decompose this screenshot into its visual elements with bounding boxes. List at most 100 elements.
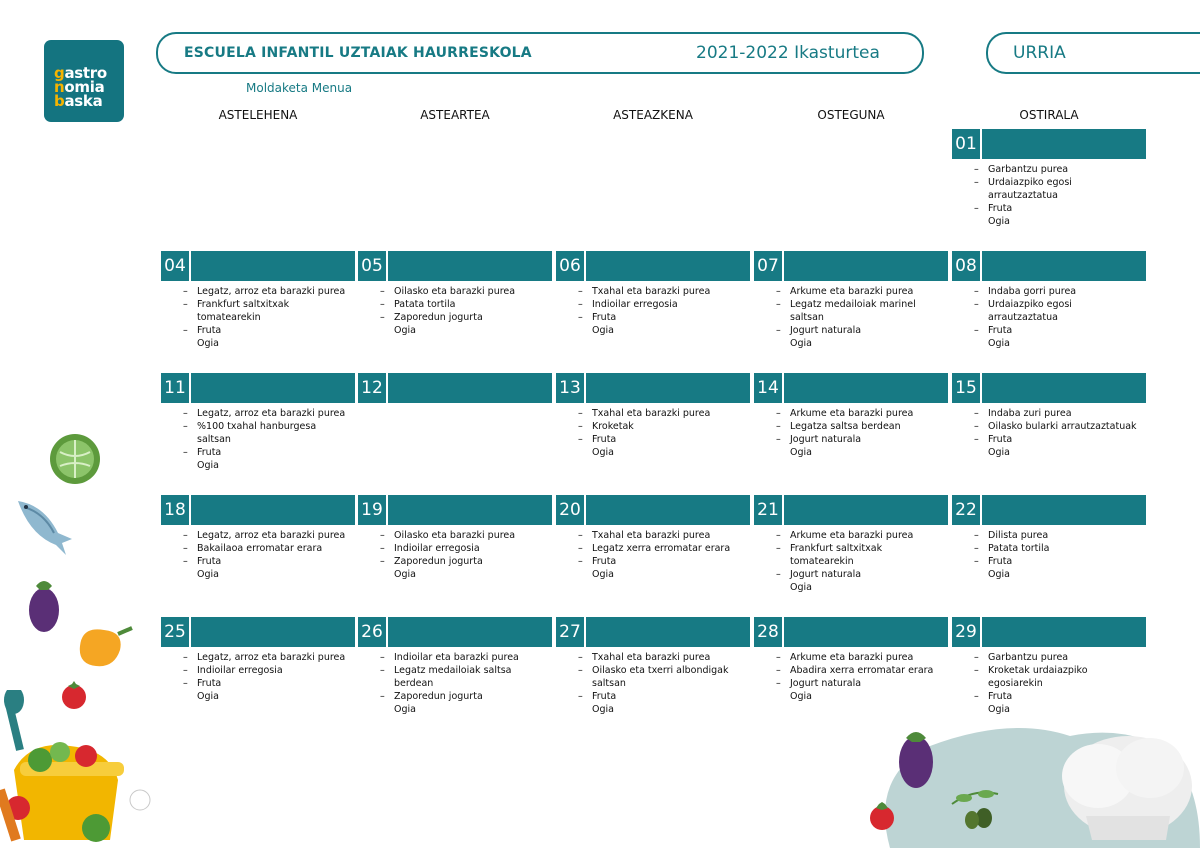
menu-item-text: Arkume eta barazki purea (790, 652, 914, 663)
day-header-bar (586, 251, 750, 281)
menu-list: – Txahal eta barazki purea – Legatz xerra e… (556, 529, 750, 581)
menu-item-text: Legatz, arroz eta barazki purea (197, 652, 346, 663)
day-cell: 29– Garbantzu purea – Kroketak urdaiazpiko e… (952, 617, 1146, 716)
day-number: 05 (358, 251, 386, 281)
menu-item: – Txahal eta barazki purea (556, 285, 750, 298)
day-header-bar (982, 617, 1146, 647)
day-header-bar (982, 495, 1146, 525)
menu-item-text: Txahal eta barazki purea (592, 530, 711, 541)
menu-item: – Indaba gorri purea (952, 285, 1146, 298)
menu-item-text: Legatz medailoiak saltsa (394, 665, 512, 676)
bullet-dash: – (578, 312, 583, 323)
day-cell: 25– Legatz, arroz eta barazki purea – Indio… (161, 617, 355, 703)
menu-item-text: Garbantzu purea (988, 652, 1069, 663)
menu-item: – Indioilar eta barazki purea (358, 651, 552, 664)
weekday-monday: ASTELEHENA (218, 108, 298, 122)
day-cell: 15– Indaba zuri purea – Oilasko bularki arr… (952, 373, 1146, 459)
bullet-dash: – (578, 434, 583, 445)
day-number: 07 (754, 251, 782, 281)
eggplant-icon (29, 581, 59, 632)
menu-item: – Fruta (556, 433, 750, 446)
day-number: 12 (358, 373, 386, 403)
menu-list: – Indaba gorri purea – Urdaiazpiko egosi arr… (952, 285, 1146, 350)
day-header: 21 (754, 495, 948, 525)
menu-item-text: Ogia (197, 569, 219, 580)
weekday-thursday: OSTEGUNA (817, 108, 885, 122)
menu-item-text: Txahal eta barazki purea (592, 408, 711, 419)
menu-item-text: Ogia (988, 216, 1010, 227)
menu-item: – Indioilar erregosia (161, 664, 355, 677)
day-header: 26 (358, 617, 552, 647)
bullet-dash: – (380, 665, 385, 676)
menu-item-text: %100 txahal hanburgesa (197, 421, 317, 432)
bullet-dash: – (974, 203, 979, 214)
bullet-dash: – (183, 543, 188, 554)
weekday-tuesday: ASTEARTEA (420, 108, 490, 122)
bullet-dash: – (183, 652, 188, 663)
menu-item-text: tomatearekin (790, 556, 854, 567)
menu-item-text: arrautzaztatua (988, 190, 1058, 201)
bullet-dash: – (578, 652, 583, 663)
day-number: 22 (952, 495, 980, 525)
menu-item-text: Ogia (790, 691, 812, 702)
menu-item: – Dilista purea (952, 529, 1146, 542)
bullet-dash: – (578, 299, 583, 310)
day-cell: 19– Oilasko eta barazki purea – Indioilar e… (358, 495, 552, 581)
menu-list: – Oilasko eta barazki purea – Patata tortil… (358, 285, 552, 337)
menu-item: tomatearekin (161, 311, 355, 324)
day-number: 26 (358, 617, 386, 647)
bullet-dash: – (183, 421, 188, 432)
menu-item: – Urdaiazpiko egosi (952, 176, 1146, 189)
day-header: 04 (161, 251, 355, 281)
bullet-dash: – (974, 164, 979, 175)
bullet-dash: – (183, 530, 188, 541)
menu-item: berdean (358, 677, 552, 690)
bullet-dash: – (380, 299, 385, 310)
menu-item-text: Patata tortila (394, 299, 456, 310)
menu-item: – Jogurt naturala (754, 568, 948, 581)
menu-item: Ogia (161, 568, 355, 581)
bullet-dash: – (974, 299, 979, 310)
day-cell: 14– Arkume eta barazki purea – Legatza salt… (754, 373, 948, 459)
day-header-bar (388, 373, 552, 403)
menu-item: – Fruta (161, 446, 355, 459)
bullet-dash: – (776, 665, 781, 676)
menu-item-text: Fruta (592, 312, 617, 323)
menu-item-text: Oilasko eta barazki purea (394, 530, 516, 541)
menu-item-text: Fruta (988, 325, 1013, 336)
menu-list: – Arkume eta barazki purea – Abadira xerra … (754, 651, 948, 703)
menu-item: Ogia (754, 581, 948, 594)
bullet-dash: – (776, 299, 781, 310)
day-cell: 22– Dilista purea – Patata tortila – Fruta Ogi… (952, 495, 1146, 581)
bullet-dash: – (974, 421, 979, 432)
day-header: 18 (161, 495, 355, 525)
menu-item: – Fruta (952, 433, 1146, 446)
menu-item-text: Ogia (592, 569, 614, 580)
day-header: 01 (952, 129, 1146, 159)
menu-item-text: Ogia (394, 704, 416, 715)
menu-item: – Fruta (556, 690, 750, 703)
day-header-bar (586, 373, 750, 403)
menu-item-text: Fruta (988, 434, 1013, 445)
day-number: 06 (556, 251, 584, 281)
menu-item: – Jogurt naturala (754, 433, 948, 446)
menu-list: – Txahal eta barazki purea – Kroketak – Fruta… (556, 407, 750, 459)
day-cell: 12 (358, 373, 552, 407)
menu-item-text: Indioilar eta barazki purea (394, 652, 519, 663)
menu-item-text: Ogia (988, 704, 1010, 715)
day-header-bar (388, 251, 552, 281)
weekday-friday: OSTIRALA (1019, 108, 1079, 122)
bullet-dash: – (776, 421, 781, 432)
menu-item-text: Abadira xerra erromatar erara (790, 665, 934, 676)
menu-item-text: Arkume eta barazki purea (790, 286, 914, 297)
menu-item: – Jogurt naturala (754, 677, 948, 690)
bullet-dash: – (183, 556, 188, 567)
menu-item-text: Ogia (790, 582, 812, 593)
day-header-bar (388, 495, 552, 525)
menu-list: – Arkume eta barazki purea – Frankfurt salt… (754, 529, 948, 594)
menu-item: – %100 txahal hanburgesa (161, 420, 355, 433)
day-header-bar (784, 495, 948, 525)
menu-item-text: Jogurt naturala (790, 569, 862, 580)
menu-item-text: Arkume eta barazki purea (790, 408, 914, 419)
day-header: 20 (556, 495, 750, 525)
